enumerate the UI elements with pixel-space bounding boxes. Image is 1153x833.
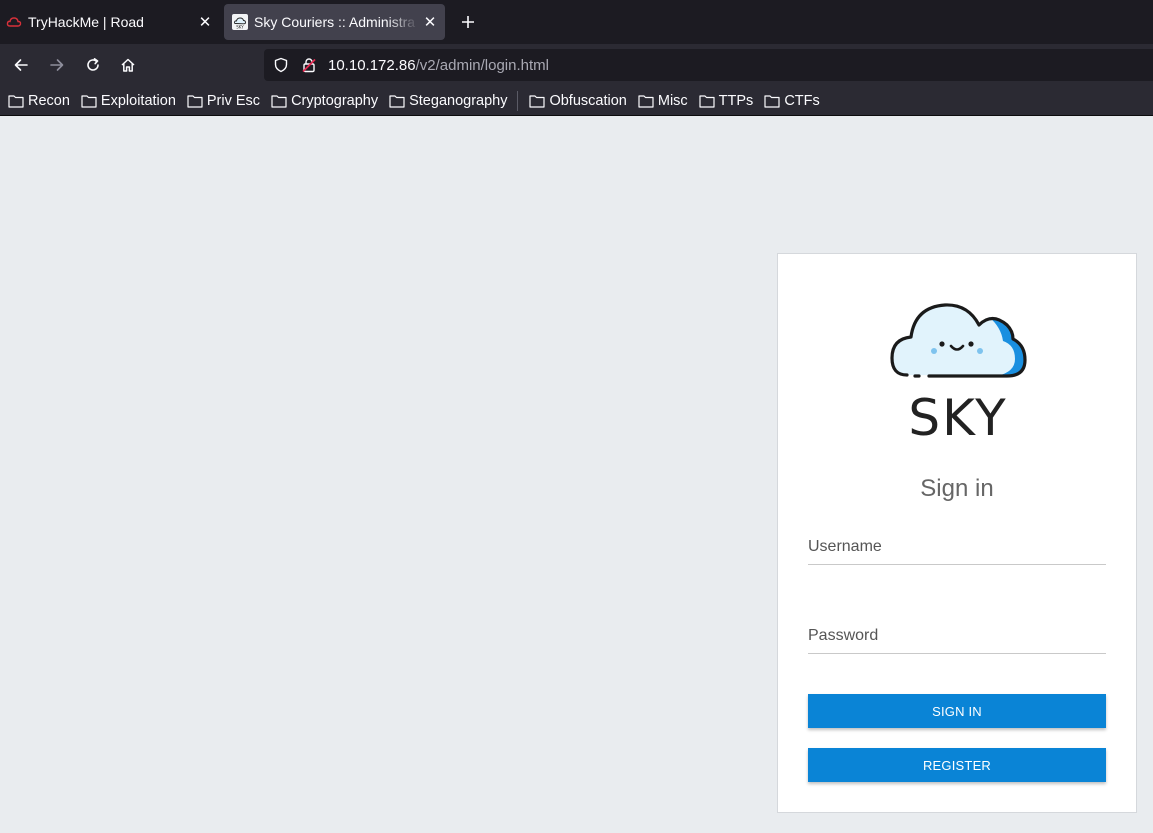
svg-text:SKY: SKY (236, 25, 244, 30)
back-button[interactable] (7, 52, 35, 78)
tab-bar: TryHackMe | Road ✕ SKY Sky Couriers :: A… (0, 0, 1153, 44)
bookmark-label: Recon (28, 92, 70, 109)
folder-icon (187, 94, 203, 108)
bookmark-label: CTFs (784, 92, 820, 109)
brand-name: SKY (908, 389, 1007, 447)
sign-in-button[interactable]: SIGN IN (808, 694, 1106, 728)
username-field[interactable] (808, 532, 1106, 565)
register-button[interactable]: REGISTER (808, 748, 1106, 782)
address-bar[interactable]: 10.10.172.86/v2/admin/login.html (264, 49, 1153, 81)
bookmarks-toolbar: Recon Exploitation Priv Esc Cryptography… (0, 86, 1153, 116)
bookmark-recon[interactable]: Recon (8, 93, 70, 109)
bookmark-label: Steganography (409, 92, 508, 109)
bookmark-label: Priv Esc (206, 92, 261, 109)
tab-sky-couriers[interactable]: SKY Sky Couriers :: Administra ✕ (224, 4, 445, 40)
home-icon (121, 58, 135, 72)
forward-button[interactable] (43, 52, 71, 78)
arrow-right-icon (50, 59, 64, 71)
page-content: SKY Sign in SIGN IN REGISTER (0, 116, 1153, 833)
folder-icon (529, 94, 546, 108)
url-text[interactable]: 10.10.172.86/v2/admin/login.html (328, 57, 549, 74)
bookmark-ctfs[interactable]: CTFs (764, 92, 820, 109)
bookmark-priv-esc[interactable]: Priv Esc (187, 93, 260, 109)
navigation-toolbar: 10.10.172.86/v2/admin/login.html (0, 44, 1153, 86)
bookmark-label: Exploitation (100, 92, 176, 109)
folder-icon (764, 94, 780, 108)
folder-icon (699, 94, 715, 108)
bookmark-label: Cryptography (291, 92, 379, 109)
home-button[interactable] (114, 52, 142, 78)
bookmark-misc[interactable]: Misc (638, 93, 688, 109)
password-input[interactable] (808, 621, 1106, 651)
shield-icon[interactable] (272, 56, 290, 74)
bookmark-cryptography[interactable]: Cryptography (271, 93, 378, 109)
plus-icon (462, 16, 474, 28)
url-path: /v2/admin/login.html (415, 56, 549, 74)
thm-cloud-icon (6, 17, 22, 27)
username-input[interactable] (808, 532, 1106, 562)
arrow-left-icon (14, 59, 28, 71)
login-card: SKY Sign in SIGN IN REGISTER (777, 253, 1137, 813)
sky-logo: SKY (890, 303, 1027, 447)
bookmark-exploitation[interactable]: Exploitation (81, 93, 176, 109)
folder-icon (271, 94, 287, 108)
new-tab-button[interactable] (454, 8, 482, 36)
bookmark-ttps[interactable]: TTPs (699, 92, 754, 109)
password-field[interactable] (808, 621, 1106, 654)
insecure-lock-icon[interactable] (300, 56, 318, 74)
sign-in-heading: Sign in (920, 475, 994, 502)
folder-icon (81, 94, 97, 108)
close-tab-icon[interactable]: ✕ (194, 13, 216, 31)
close-tab-icon[interactable]: ✕ (419, 13, 441, 31)
sky-favicon: SKY (232, 14, 248, 30)
reload-button[interactable] (79, 52, 107, 78)
folder-icon (638, 94, 654, 108)
bookmark-label: Obfuscation (549, 92, 627, 109)
bookmark-obfuscation[interactable]: Obfuscation (529, 92, 627, 109)
bookmark-steganography[interactable]: Steganography (389, 93, 507, 109)
tab-title: Sky Couriers :: Administra (254, 14, 416, 30)
url-host: 10.10.172.86 (328, 56, 416, 74)
bookmark-label: Misc (657, 92, 688, 109)
tab-tryhackme[interactable]: TryHackMe | Road ✕ (0, 4, 220, 40)
bookmark-label: TTPs (718, 92, 754, 109)
folder-icon (8, 94, 24, 108)
tab-title: TryHackMe | Road (28, 14, 144, 30)
folder-icon (389, 94, 405, 108)
bookmark-separator (517, 90, 519, 111)
reload-icon (87, 58, 99, 71)
